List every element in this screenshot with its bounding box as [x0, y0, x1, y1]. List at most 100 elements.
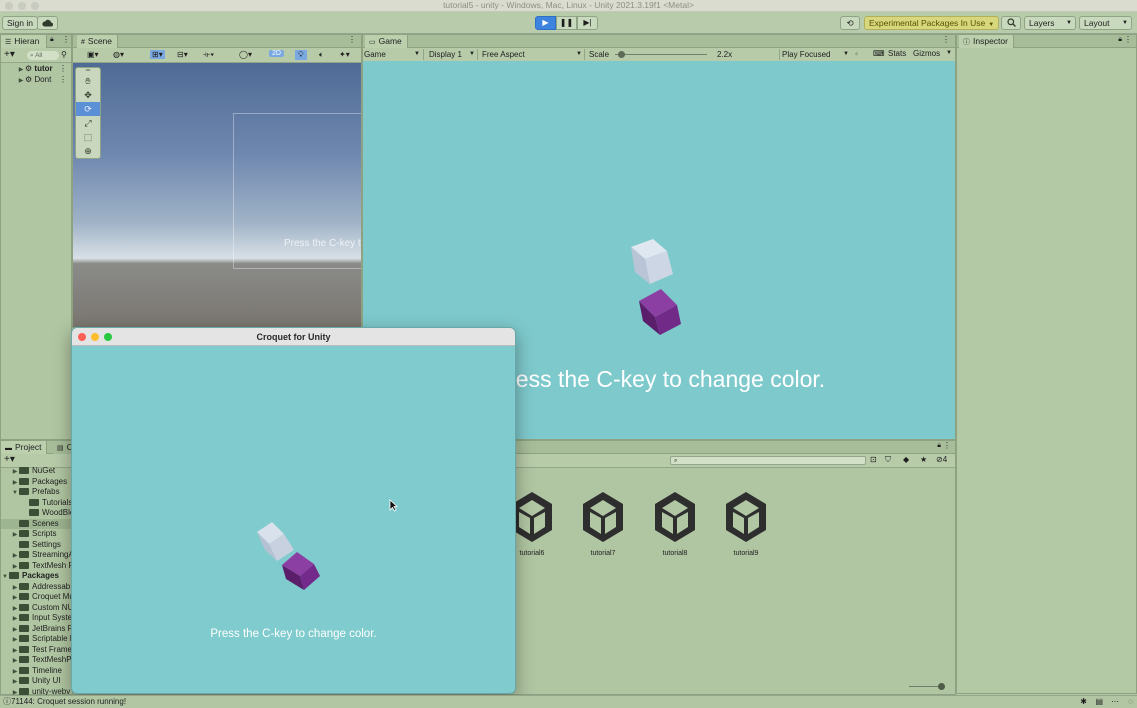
mode-2d-toggle[interactable]: 2D	[269, 50, 284, 57]
scene-viewport[interactable]: Press the C-key t	[73, 63, 361, 327]
expand-arrow-icon[interactable]: ▼	[11, 488, 19, 498]
lock-icon[interactable]: 🔒︎	[1118, 36, 1122, 44]
shading-sphere-icon[interactable]: ◯▾	[239, 50, 252, 59]
more-options-icon[interactable]: ⋮	[348, 35, 356, 44]
favorite-star-icon[interactable]: ★	[920, 455, 927, 464]
expand-arrow-icon[interactable]: ▶	[11, 635, 19, 645]
project-tree-item[interactable]: ▶ NuGet	[1, 466, 72, 477]
grid-snap-icon[interactable]: ⊞▾	[150, 50, 165, 59]
expand-arrow-icon[interactable]: ▶	[11, 593, 19, 603]
project-tree-item[interactable]: ▼ Prefabs	[1, 487, 72, 498]
asset-scene-tutorial8[interactable]: tutorial8	[645, 490, 705, 557]
search-button[interactable]	[1001, 16, 1021, 30]
snap-increment-icon[interactable]: ⊟▾	[177, 50, 188, 59]
hierarchy-item-scene[interactable]: ▶ ⚙︎ tutor ⋮	[1, 64, 71, 75]
ruler-icon[interactable]: ⟛▾	[203, 50, 214, 60]
add-icon[interactable]: +▾	[4, 49, 15, 60]
network-icon[interactable]: ⋯	[1111, 696, 1119, 708]
expand-arrow-icon[interactable]: ▶	[11, 467, 19, 477]
play-button[interactable]: ▶	[535, 16, 556, 30]
cache-icon[interactable]: ▤	[1095, 696, 1103, 708]
expand-arrow-icon[interactable]: ▶	[11, 625, 19, 635]
project-tree-item[interactable]: ▶ Scriptable E	[1, 634, 72, 645]
rect-tool-icon[interactable]: ⬚	[76, 130, 100, 144]
move-tool-icon[interactable]: ✥	[76, 88, 100, 102]
chevron-down-icon[interactable]: ▼	[946, 50, 952, 56]
globe-icon[interactable]: ◍▾	[113, 50, 124, 59]
tag-icon[interactable]: ◆	[903, 455, 909, 464]
more-options-icon[interactable]: ⋮	[62, 35, 70, 44]
expand-arrow-icon[interactable]: ▶	[11, 646, 19, 656]
project-tree-item[interactable]: Settings	[1, 540, 72, 551]
lock-icon[interactable]: 🔒︎	[50, 36, 54, 44]
lock-icon[interactable]: 🔒︎	[937, 442, 941, 450]
expand-arrow-icon[interactable]: ▶	[11, 604, 19, 614]
asset-scene-tutorial7[interactable]: tutorial7	[573, 490, 633, 557]
more-options-icon[interactable]: ⋮	[59, 64, 67, 74]
hierarchy-search-input[interactable]: ⌕ All	[27, 51, 59, 60]
project-tree-item[interactable]: ▶ Timeline	[1, 666, 72, 677]
tab-scene[interactable]: # Scene	[77, 35, 119, 48]
expand-arrow-icon[interactable]: ▶	[11, 478, 19, 488]
keyboard-icon[interactable]: ⌨︎	[873, 49, 885, 58]
search-by-type-icon[interactable]: ⊡	[870, 455, 877, 464]
display-select[interactable]: Display 1 ▼	[423, 49, 477, 60]
sign-in-button[interactable]: Sign in	[2, 16, 38, 30]
experimental-packages-dropdown[interactable]: Experimental Packages In Use ▼	[864, 16, 1000, 30]
project-tree-item[interactable]: WoodBlo	[1, 508, 72, 519]
bug-icon[interactable]: ✱	[1080, 696, 1087, 708]
expand-arrow-icon[interactable]: ▶	[11, 677, 19, 687]
lighting-icon[interactable]: 💡︎	[295, 50, 307, 60]
hidden-packages-toggle[interactable]: ⊘4	[936, 455, 947, 464]
expand-arrow-icon[interactable]: ▶	[11, 656, 19, 666]
expand-arrow-icon[interactable]: ▶	[11, 551, 19, 561]
effects-icon[interactable]: ✦▾	[339, 50, 350, 59]
layers-dropdown[interactable]: Layers ▼	[1024, 16, 1076, 30]
project-tree-item[interactable]: ▶ Unity UI	[1, 676, 72, 687]
project-tree-item[interactable]: ▶ Custom NU	[1, 603, 72, 614]
tab-inspector[interactable]: ⓘ Inspector	[959, 35, 1014, 48]
expand-arrow-icon[interactable]: ▶	[11, 562, 19, 572]
hand-tool-icon[interactable]: ✋︎	[76, 74, 100, 88]
cloud-button[interactable]	[37, 16, 58, 30]
step-button[interactable]: ▶|	[577, 16, 598, 30]
progress-icon[interactable]: ◌	[1128, 696, 1133, 708]
more-options-icon[interactable]: ⋮	[942, 35, 950, 44]
rotate-tool-icon[interactable]: ⟳	[76, 102, 100, 116]
draw-mode-icon[interactable]: ▣▾	[87, 50, 99, 59]
transform-tool-icon[interactable]: ⊕	[76, 144, 100, 158]
project-tree-item[interactable]: ▶ JetBrains R	[1, 624, 72, 635]
audio-icon[interactable]: 🔈︎	[319, 50, 324, 60]
add-icon[interactable]: +▾	[4, 454, 15, 465]
tab-project[interactable]: ▬ Project	[1, 441, 48, 454]
project-tree-item[interactable]: ▶ Input Syste	[1, 613, 72, 624]
more-options-icon[interactable]: ⋮	[1124, 35, 1132, 44]
tab-game[interactable]: ▭ Game	[365, 35, 408, 48]
expand-arrow-icon[interactable]: ▶	[11, 614, 19, 624]
project-tree-item[interactable]: ▶ TextMeshP	[1, 655, 72, 666]
gizmos-button[interactable]: Gizmos	[913, 49, 940, 58]
icon-size-slider-handle[interactable]	[938, 683, 945, 690]
croquet-player-window[interactable]: Croquet for Unity Press the C-key to cha…	[71, 327, 516, 694]
project-tree-item[interactable]: ▶ TextMesh F	[1, 561, 72, 572]
game-view-select[interactable]: Game ▼	[364, 49, 422, 60]
expand-arrow-icon[interactable]: ▶	[17, 65, 25, 75]
search-by-label-icon[interactable]: ⛉	[885, 455, 891, 465]
mute-audio-icon[interactable]: 🔈︎	[855, 49, 860, 59]
expand-arrow-icon[interactable]: ▶	[11, 530, 19, 540]
more-options-icon[interactable]: ⋮	[943, 441, 951, 450]
scale-slider-handle[interactable]	[618, 51, 625, 58]
stats-button[interactable]: Stats	[888, 49, 906, 58]
asset-scene-tutorial9[interactable]: tutorial9	[716, 490, 776, 557]
project-tree-item[interactable]: Tutorials	[1, 498, 72, 509]
expand-arrow-icon[interactable]: ▶	[17, 76, 25, 86]
project-tree-item[interactable]: ▶ Packages	[1, 477, 72, 488]
expand-arrow-icon[interactable]: ▶	[11, 583, 19, 593]
project-tree-item[interactable]: ▶ Croquet Mu	[1, 592, 72, 603]
layout-dropdown[interactable]: Layout ▼	[1079, 16, 1132, 30]
project-tree-item[interactable]: ▶ Scripts	[1, 529, 72, 540]
pause-button[interactable]: ❚❚	[556, 16, 577, 30]
expand-arrow-icon[interactable]: ▼	[1, 572, 9, 582]
play-mode-select[interactable]: Play Focused ▼	[779, 49, 851, 60]
tab-hierarchy[interactable]: ☰ Hieran	[1, 35, 47, 48]
